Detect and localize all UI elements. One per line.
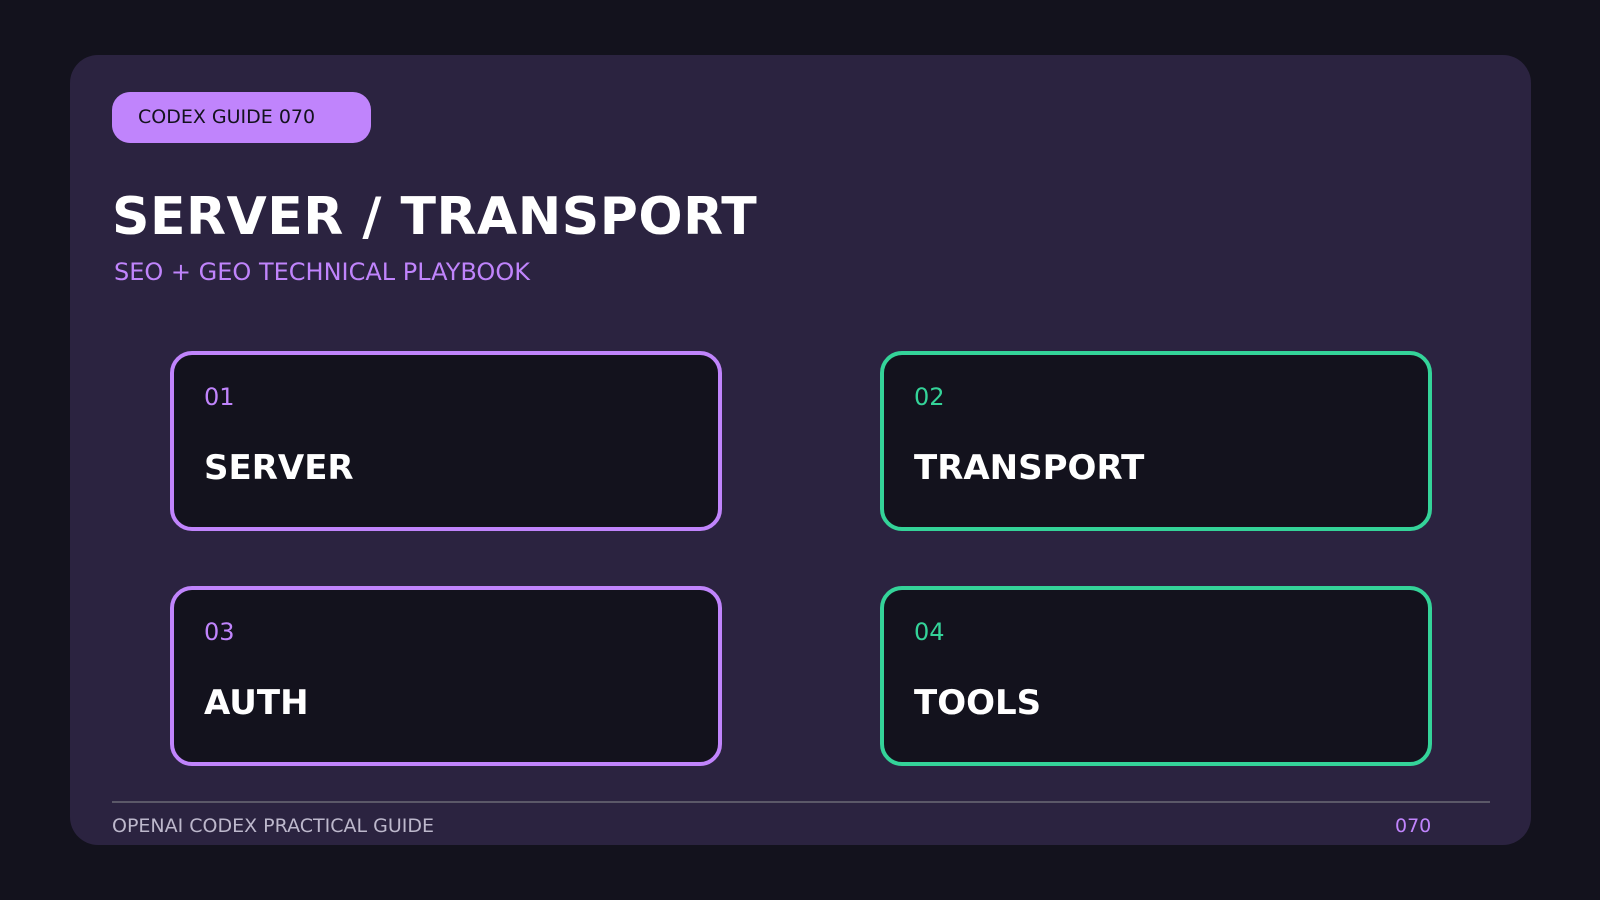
footer-guide-name: OPENAI CODEX PRACTICAL GUIDE	[112, 815, 434, 837]
card-tools: 04 TOOLS	[880, 586, 1432, 766]
page-title: SERVER / TRANSPORT	[112, 187, 758, 247]
card-label: SERVER	[204, 448, 354, 488]
card-auth: 03 AUTH	[170, 586, 722, 766]
card-number: 02	[914, 383, 945, 411]
card-label: TOOLS	[914, 683, 1042, 723]
card-label: AUTH	[204, 683, 309, 723]
footer-divider	[112, 801, 1490, 803]
guide-badge: CODEX GUIDE 070	[112, 92, 371, 143]
card-label: TRANSPORT	[914, 448, 1145, 488]
card-number: 01	[204, 383, 235, 411]
page-subtitle: SEO + GEO TECHNICAL PLAYBOOK	[114, 258, 530, 286]
card-transport: 02 TRANSPORT	[880, 351, 1432, 531]
card-server: 01 SERVER	[170, 351, 722, 531]
footer-page-number: 070	[1395, 815, 1432, 837]
card-number: 03	[204, 618, 235, 646]
card-number: 04	[914, 618, 945, 646]
slide-panel: CODEX GUIDE 070 SERVER / TRANSPORT SEO +…	[70, 55, 1531, 845]
